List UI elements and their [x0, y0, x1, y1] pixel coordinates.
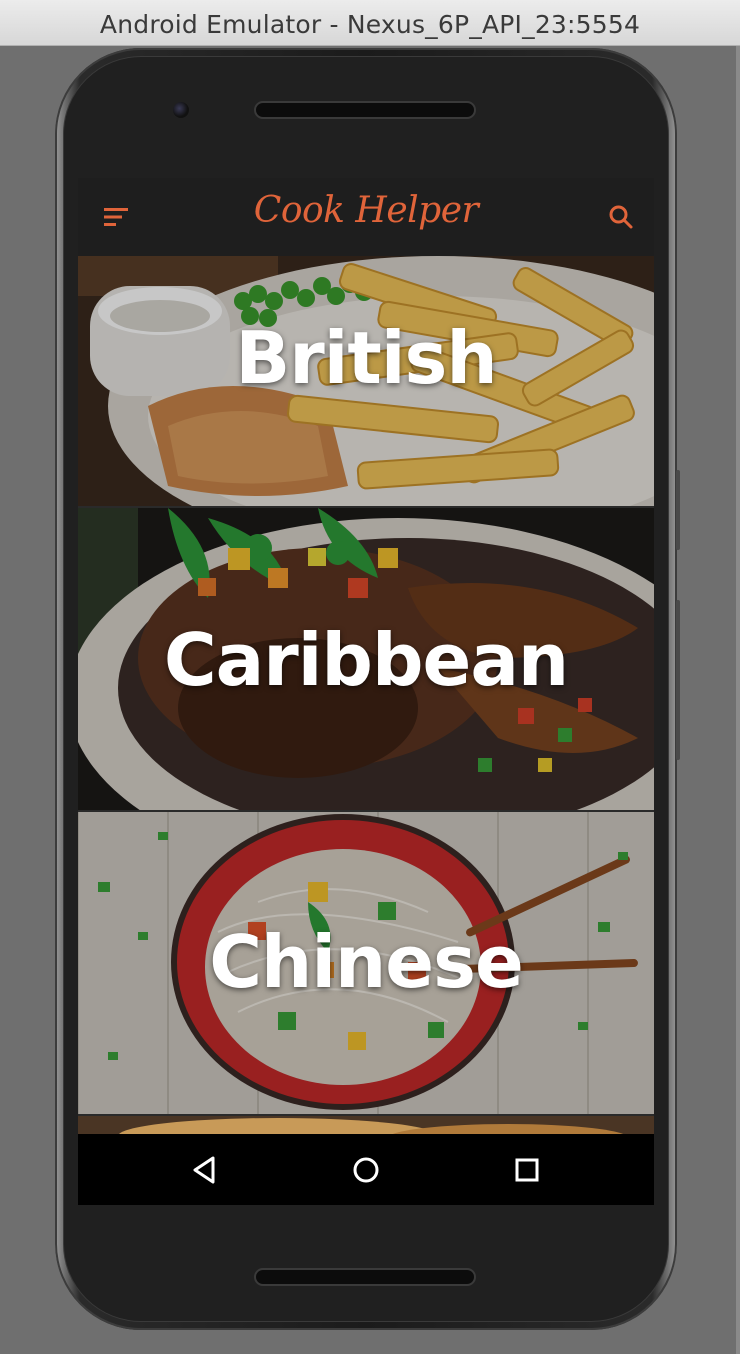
cuisine-card-chinese[interactable]: Chinese [78, 812, 654, 1114]
cuisine-card-caribbean[interactable]: Caribbean [78, 508, 654, 810]
search-icon[interactable] [608, 204, 634, 230]
bottom-speaker-grille [254, 1268, 476, 1286]
front-camera-icon [173, 102, 189, 118]
device-screen: Cook Helper British Caribbean Chinese [78, 178, 654, 1205]
app-title: Cook Helper [253, 190, 479, 231]
recents-square-icon[interactable] [509, 1152, 545, 1188]
volume-button[interactable] [676, 600, 680, 760]
window-edge [736, 46, 740, 1354]
power-button[interactable] [676, 470, 680, 550]
cuisine-card-next[interactable] [78, 1116, 654, 1136]
cuisine-label: Chinese [209, 920, 524, 1004]
next-food-image [78, 1116, 654, 1136]
home-circle-icon[interactable] [348, 1152, 384, 1188]
cuisine-label: Caribbean [163, 618, 569, 702]
android-nav-bar [78, 1134, 654, 1205]
window-title: Android Emulator - Nexus_6P_API_23:5554 [99, 10, 641, 39]
app-toolbar: Cook Helper [78, 178, 654, 256]
back-triangle-icon[interactable] [186, 1152, 222, 1188]
top-speaker-grille [254, 101, 476, 119]
cuisine-label: British [235, 316, 497, 400]
cuisine-card-british[interactable]: British [78, 256, 654, 506]
window-titlebar: Android Emulator - Nexus_6P_API_23:5554 [0, 0, 740, 46]
